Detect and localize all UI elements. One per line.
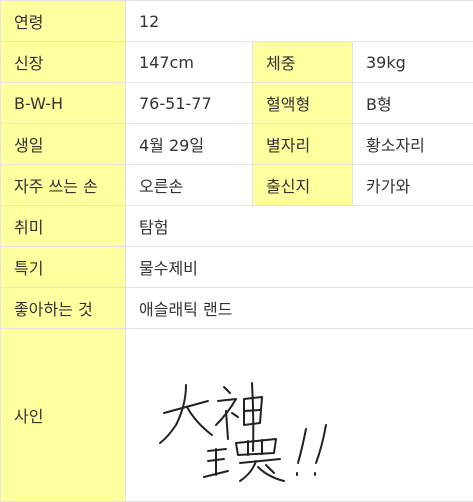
- skill-label: 특기: [1, 247, 126, 288]
- hobby-value: 탐험: [126, 206, 473, 247]
- height-label: 신장: [1, 42, 126, 83]
- row-likes: 좋아하는 것 애슬래틱 랜드: [1, 288, 473, 329]
- skill-value: 물수제비: [126, 247, 473, 288]
- signature-cell: [126, 329, 473, 502]
- row-age: 연령 12: [1, 1, 473, 42]
- sign-link[interactable]: 황소자리: [353, 124, 473, 165]
- row-birthday-sign: 생일 4월 29일 별자리 황소자리: [1, 124, 473, 165]
- row-signature: 사인: [1, 329, 473, 502]
- weight-value: 39kg: [353, 42, 473, 83]
- signature-label: 사인: [1, 329, 126, 502]
- row-bwh-blood: B-W-H 76-51-77 혈액형 B형: [1, 83, 473, 124]
- row-height-weight: 신장 147cm 체중 39kg: [1, 42, 473, 83]
- blood-label: 혈액형: [253, 83, 353, 124]
- row-hobby: 취미 탐험: [1, 206, 473, 247]
- sign-label: 별자리: [253, 124, 353, 165]
- likes-label: 좋아하는 것: [1, 288, 126, 329]
- likes-value: 애슬래틱 랜드: [126, 288, 473, 329]
- height-value: 147cm: [126, 42, 253, 83]
- row-hand-origin: 자주 쓰는 손 오른손 출신지 카가와: [1, 165, 473, 206]
- hand-label: 자주 쓰는 손: [1, 165, 126, 206]
- hand-value: 오른손: [126, 165, 253, 206]
- weight-label: 체중: [253, 42, 353, 83]
- age-label: 연령: [1, 1, 126, 42]
- bwh-label: B-W-H: [1, 83, 126, 124]
- row-skill: 특기 물수제비: [1, 247, 473, 288]
- profile-table: 연령 12 신장 147cm 체중 39kg B-W-H 76-51-77 혈액…: [0, 0, 473, 502]
- origin-link[interactable]: 카가와: [353, 165, 473, 206]
- age-value: 12: [126, 1, 473, 42]
- blood-value: B형: [353, 83, 473, 124]
- signature-image: [156, 377, 396, 487]
- origin-label: 출신지: [253, 165, 353, 206]
- birthday-link[interactable]: 4월 29일: [126, 124, 253, 165]
- birthday-label: 생일: [1, 124, 126, 165]
- hobby-label: 취미: [1, 206, 126, 247]
- bwh-value: 76-51-77: [126, 83, 253, 124]
- signature-area: [126, 329, 473, 501]
